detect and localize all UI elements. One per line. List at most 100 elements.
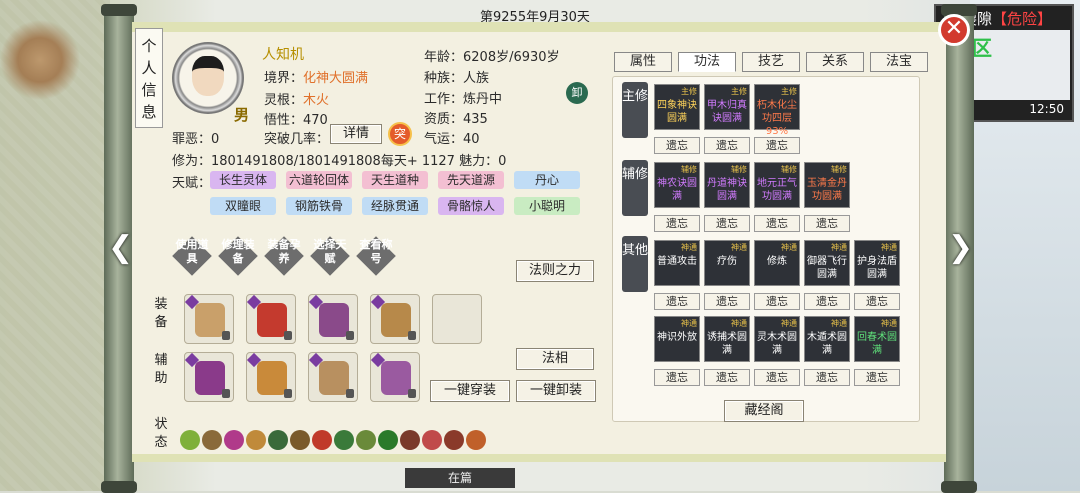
skill-card[interactable]: 神通 神识外放 — [654, 316, 700, 362]
talent-pill[interactable]: 丹心 — [514, 171, 580, 189]
skill-name: 神识外放 — [657, 332, 697, 343]
skill-card[interactable]: 辅修 玉清金丹功圆满 — [804, 162, 850, 208]
bottom-label: 在篇 — [405, 468, 515, 488]
talent-pill[interactable]: 天生道种 — [362, 171, 428, 189]
forget-button[interactable]: 遗忘 — [804, 215, 850, 232]
unequip-all-button[interactable]: 一键卸装 — [516, 380, 596, 402]
equipment-slot[interactable] — [184, 352, 234, 402]
talent-pill[interactable]: 六道轮回体 — [286, 171, 352, 189]
talent-pill[interactable]: 双瞳眼 — [210, 197, 276, 215]
close-icon[interactable]: ✕ — [938, 14, 970, 46]
equipment-slot[interactable] — [308, 352, 358, 402]
action-0-button[interactable]: 使用道具 — [172, 236, 212, 276]
equipment-slot[interactable] — [184, 294, 234, 344]
equipment-slot[interactable] — [246, 352, 296, 402]
breakthrough-icon[interactable]: 突 — [388, 122, 412, 146]
skill-name: 护身法盾圆满 — [857, 256, 897, 280]
skill-card[interactable]: 主修 朽木化尘功四层 93% — [754, 84, 800, 137]
action-4-button[interactable]: 查看称号 — [356, 236, 396, 276]
forget-button[interactable]: 遗忘 — [854, 293, 900, 310]
next-character-arrow-icon[interactable]: ❯ — [948, 228, 973, 268]
status-effect-icon[interactable] — [334, 430, 354, 450]
status-effect-icon[interactable] — [290, 430, 310, 450]
dharma-form-button[interactable]: 法相 — [516, 348, 594, 370]
unload-job-icon[interactable]: 卸 — [566, 82, 588, 104]
status-effect-icon[interactable] — [224, 430, 244, 450]
forget-button[interactable]: 遗忘 — [804, 369, 850, 386]
status-effect-icon[interactable] — [400, 430, 420, 450]
forget-button[interactable]: 遗忘 — [754, 293, 800, 310]
talent-pill[interactable]: 钢筋铁骨 — [286, 197, 352, 215]
skill-card[interactable]: 辅修 丹道神诀圆满 — [704, 162, 750, 208]
forget-button[interactable]: 遗忘 — [754, 137, 800, 154]
equipment-slot[interactable] — [370, 352, 420, 402]
forget-button[interactable]: 遗忘 — [704, 137, 750, 154]
equipment-slot[interactable] — [308, 294, 358, 344]
action-label: 装备孕养 — [267, 238, 301, 265]
skill-name: 诱捕术圆满 — [707, 332, 747, 356]
skill-card[interactable]: 神通 诱捕术圆满 — [704, 316, 750, 362]
action-label: 选择天赋 — [313, 238, 347, 265]
forget-button[interactable]: 遗忘 — [654, 293, 700, 310]
forget-button[interactable]: 遗忘 — [654, 215, 700, 232]
forget-button[interactable]: 遗忘 — [854, 369, 900, 386]
skill-card[interactable]: 辅修 神农诀圆满 — [654, 162, 700, 208]
status-label: 状态 — [154, 417, 168, 450]
status-effect-icon[interactable] — [422, 430, 442, 450]
skill-card[interactable]: 神通 御器飞行圆满 — [804, 240, 850, 286]
action-2-button[interactable]: 装备孕养 — [264, 236, 304, 276]
status-effect-icon[interactable] — [180, 430, 200, 450]
forget-button[interactable]: 遗忘 — [704, 369, 750, 386]
action-3-button[interactable]: 选择天赋 — [310, 236, 350, 276]
status-effect-icon[interactable] — [246, 430, 266, 450]
status-effect-icon[interactable] — [444, 430, 464, 450]
forget-button[interactable]: 遗忘 — [754, 215, 800, 232]
tab-2[interactable]: 技艺 — [742, 52, 800, 72]
forget-button[interactable]: 遗忘 — [754, 369, 800, 386]
forget-button[interactable]: 遗忘 — [704, 293, 750, 310]
skill-name: 御器飞行圆满 — [807, 256, 847, 280]
tab-0[interactable]: 属性 — [614, 52, 672, 72]
personal-info-tab[interactable]: 个人信息 — [135, 28, 163, 128]
character-name: 人知机 — [262, 47, 304, 63]
talent-pill[interactable]: 长生灵体 — [210, 171, 276, 189]
skill-card[interactable]: 神通 修炼 — [754, 240, 800, 286]
law-power-button[interactable]: 法则之力 — [516, 260, 594, 282]
equip-all-button[interactable]: 一键穿装 — [430, 380, 510, 402]
equipment-slot[interactable] — [370, 294, 420, 344]
equipment-slot[interactable] — [246, 294, 296, 344]
tab-1[interactable]: 功法 — [678, 52, 736, 72]
forget-button[interactable]: 遗忘 — [654, 369, 700, 386]
library-button[interactable]: 藏经阁 — [724, 400, 804, 422]
prev-character-arrow-icon[interactable]: ❮ — [108, 228, 133, 268]
status-effect-icon[interactable] — [268, 430, 288, 450]
tab-4[interactable]: 法宝 — [870, 52, 928, 72]
status-effect-icon[interactable] — [356, 430, 376, 450]
skill-card[interactable]: 主修 四象神诀圆满 — [654, 84, 700, 130]
skill-card[interactable]: 神通 灵木术圆满 — [754, 316, 800, 362]
skill-card[interactable]: 主修 甲木归真诀圆满 — [704, 84, 750, 130]
status-effect-icon[interactable] — [466, 430, 486, 450]
talent-pill[interactable]: 经脉贯通 — [362, 197, 428, 215]
forget-button[interactable]: 遗忘 — [804, 293, 850, 310]
skill-tier-label: 神通 — [781, 319, 797, 328]
skill-card[interactable]: 神通 木遁术圆满 — [804, 316, 850, 362]
forget-button[interactable]: 遗忘 — [704, 215, 750, 232]
equipment-label: 装备 — [154, 297, 168, 330]
talent-pill[interactable]: 小聪明 — [514, 197, 580, 215]
talent-pill[interactable]: 先天道源 — [438, 171, 504, 189]
breakthrough-detail-button[interactable]: 详情 — [330, 124, 382, 144]
status-effect-icon[interactable] — [312, 430, 332, 450]
skill-card[interactable]: 神通 普通攻击 — [654, 240, 700, 286]
talent-pill[interactable]: 骨骼惊人 — [438, 197, 504, 215]
skill-card[interactable]: 辅修 地元正气功圆满 — [754, 162, 800, 208]
forget-button[interactable]: 遗忘 — [654, 137, 700, 154]
skill-card[interactable]: 神通 疗伤 — [704, 240, 750, 286]
skill-card[interactable]: 神通 护身法盾圆满 — [854, 240, 900, 286]
equipment-slot[interactable] — [432, 294, 482, 344]
status-effect-icon[interactable] — [202, 430, 222, 450]
action-1-button[interactable]: 修理装备 — [218, 236, 258, 276]
skill-card[interactable]: 神通 回春术圆满 — [854, 316, 900, 362]
status-effect-icon[interactable] — [378, 430, 398, 450]
tab-3[interactable]: 关系 — [806, 52, 864, 72]
